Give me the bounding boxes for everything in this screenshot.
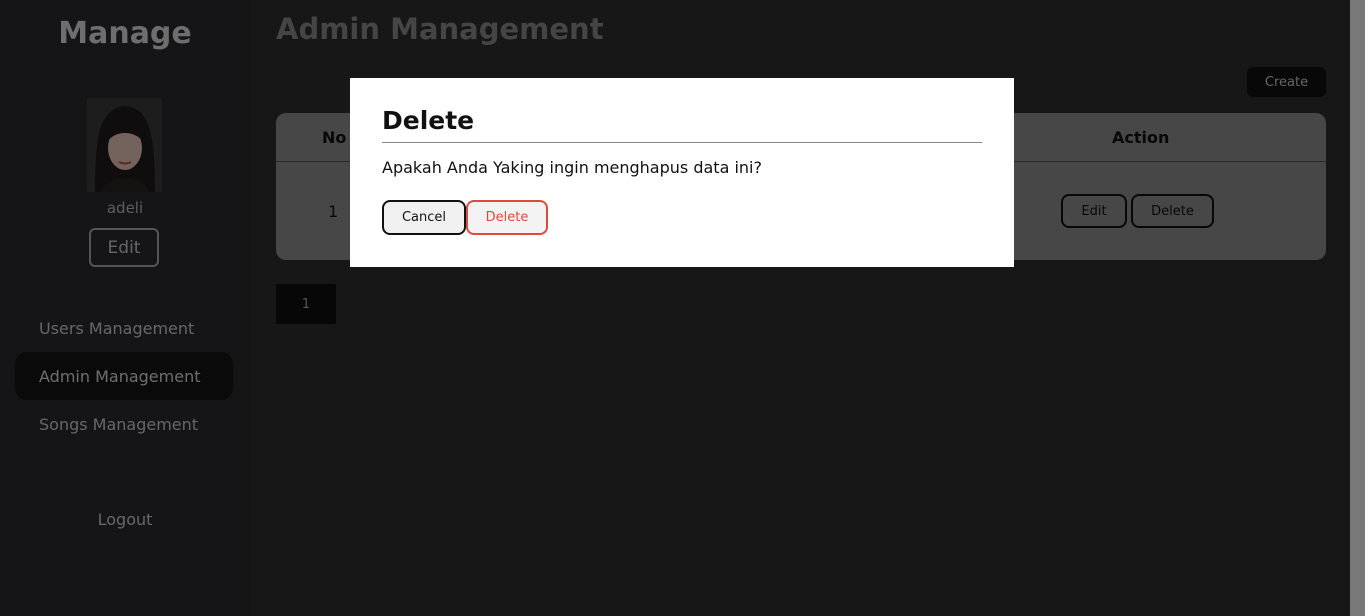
delete-confirm-modal: Delete Apakah Anda Yaking ingin menghapu… [350, 78, 1014, 267]
modal-divider [382, 142, 982, 143]
confirm-delete-button[interactable]: Delete [466, 200, 548, 235]
modal-title: Delete [382, 106, 475, 135]
app-root: Manage adeli Edit Users Management Admin… [0, 0, 1365, 616]
modal-message: Apakah Anda Yaking ingin menghapus data … [382, 158, 762, 177]
cancel-button[interactable]: Cancel [382, 200, 466, 235]
